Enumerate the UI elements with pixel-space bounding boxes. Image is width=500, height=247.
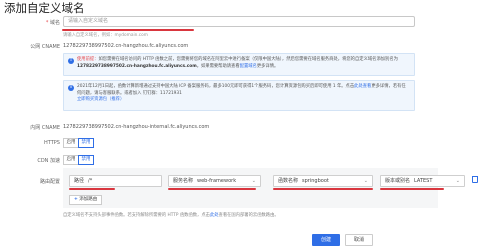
- notice-icp-text: 2021年12月1日起，函数计算新增通过支持中国大陆 ICP 备案服务码，最多1…: [77, 84, 408, 104]
- info-icon: i: [68, 85, 74, 91]
- route-service-select[interactable]: 服务名称 web-framework ⌄: [168, 175, 261, 187]
- route-version-label: 版本或别名: [385, 178, 411, 184]
- notice-body: 如您需要在域名访问的 HTTP 函数之前，您需要将您的域名在阿里云中进行备案（仅…: [98, 57, 398, 62]
- buy-package-link[interactable]: 立即购买资源包（推荐）: [77, 97, 124, 102]
- create-button[interactable]: 创建: [312, 234, 340, 246]
- https-disable-button[interactable]: 禁用: [78, 138, 94, 148]
- notice-icp: i 2021年12月1日起，函数计算新增通过支持中国大陆 ICP 备案服务码，最…: [63, 80, 415, 111]
- route-function-value: springboot: [302, 178, 329, 184]
- notice-icp-body: 2021年12月1日起，函数计算新增通过支持中国大陆 ICP 备案服务码，最多1…: [77, 84, 355, 89]
- chevron-down-icon: ⌄: [455, 178, 460, 184]
- annotation-underline: [62, 29, 194, 31]
- https-enable-button[interactable]: 启用: [63, 138, 79, 148]
- view-details-link[interactable]: 此处查看: [354, 84, 371, 89]
- cdn-toggle: 启用 禁用: [63, 155, 94, 165]
- route-version-select[interactable]: 版本或别名 LATEST ⌄: [380, 175, 465, 187]
- notice-prerequisite-text: 使用前提：如您需要在域名访问的 HTTP 函数之前，您需要将您的域名在阿里云中进…: [77, 57, 408, 70]
- route-path-label: 路径: [74, 178, 85, 184]
- notice-cname: 1278229738997502.cn-hangzhou.fc.aliyuncs…: [77, 63, 197, 69]
- route-service-value: web-framework: [197, 178, 237, 184]
- route-path-field[interactable]: 路径/*: [69, 175, 162, 187]
- cancel-button[interactable]: 取消: [345, 234, 373, 246]
- cdn-disable-button[interactable]: 禁用: [78, 155, 94, 165]
- domain-label: * 域名: [45, 20, 60, 26]
- cdn-enable-button[interactable]: 启用: [63, 155, 79, 165]
- route-label: 路由配置: [39, 179, 60, 185]
- footer-hint-link[interactable]: 此处: [210, 213, 219, 218]
- route-service-label: 服务名称: [173, 178, 194, 184]
- domain-hint: 请输入自定义域名，例如：mydomain.com: [63, 33, 148, 38]
- route-function-select[interactable]: 函数名称 springboot ⌄: [273, 175, 373, 187]
- chevron-down-icon: ⌄: [251, 178, 256, 184]
- add-route-button[interactable]: + 添加路由: [69, 195, 103, 205]
- https-toggle: 启用 禁用: [63, 138, 94, 148]
- route-version-value: LATEST: [414, 178, 433, 184]
- notice-prefix: 使用前提：: [77, 57, 99, 62]
- notice-link-post: 更多详情。: [256, 63, 279, 69]
- chevron-down-icon: ⌄: [363, 178, 368, 184]
- config-domain-link[interactable]: 配置域名: [240, 64, 257, 69]
- cdn-label: CDN 加速: [37, 158, 60, 164]
- annotation-underline: [69, 188, 115, 190]
- add-route-label: 添加路由: [79, 197, 98, 202]
- annotation-underline: [380, 188, 444, 190]
- internal-cname-value: 1278229738997502.cn-hangzhou-internal.fc…: [63, 124, 210, 130]
- trash-icon[interactable]: [472, 176, 478, 183]
- public-cname-value: 1278229738997502.cn-hangzhou.fc.aliyuncs…: [63, 43, 189, 49]
- footer-hint-text: 自定义域名不支持头部事件函数。若支持解除所需要的 HTTP 函数函数，点击: [63, 213, 210, 218]
- notice-group-number: 11721931: [160, 90, 182, 96]
- notice-link-pre: 。如果需要帮助请查看: [196, 63, 240, 69]
- route-function-label: 函数名称: [278, 178, 299, 184]
- https-label: HTTPS: [44, 140, 60, 146]
- domain-input[interactable]: 请输入自定义域名: [63, 16, 415, 27]
- domain-label-text: 域名: [49, 20, 60, 26]
- info-icon: !: [68, 58, 74, 64]
- plus-icon: +: [74, 197, 78, 202]
- footer-hint-text-2: 查看在国内部署的云函数路由。: [218, 213, 279, 218]
- public-cname-label: 公网 CNAME: [30, 44, 60, 50]
- annotation-underline: [273, 188, 373, 190]
- internal-cname-label: 内网 CNAME: [30, 125, 60, 131]
- footer-hint: 自定义域名不支持头部事件函数。若支持解除所需要的 HTTP 函数函数，点击此处查…: [63, 212, 279, 218]
- route-path-value: /*: [88, 178, 93, 184]
- annotation-underline: [168, 188, 256, 190]
- domain-input-placeholder: 请输入自定义域名: [68, 18, 109, 24]
- notice-prerequisite: ! 使用前提：如您需要在域名访问的 HTTP 函数之前，您需要将您的域名在阿里云…: [63, 53, 415, 76]
- page-title: 添加自定义域名: [4, 1, 85, 15]
